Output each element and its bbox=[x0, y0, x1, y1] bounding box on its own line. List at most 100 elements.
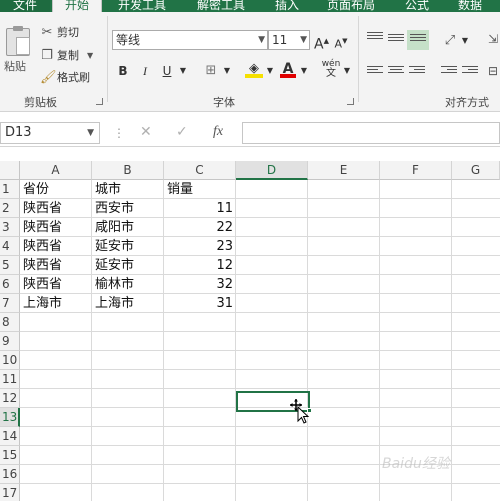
table-cell[interactable]: 11 bbox=[164, 199, 236, 218]
paste-icon[interactable] bbox=[6, 26, 30, 56]
row-header[interactable]: 16 bbox=[0, 465, 20, 484]
table-cell[interactable]: 陕西省 bbox=[20, 256, 92, 275]
row-header[interactable]: 11 bbox=[0, 370, 20, 389]
orientation-icon[interactable]: ⤢ bbox=[441, 32, 459, 50]
table-cell[interactable]: 陕西省 bbox=[20, 199, 92, 218]
paste-button-label[interactable]: 粘贴 bbox=[4, 58, 26, 74]
column-header[interactable]: E bbox=[308, 161, 380, 180]
chevron-down-icon[interactable]: ▼ bbox=[87, 51, 93, 60]
underline-button[interactable]: U bbox=[159, 62, 175, 80]
name-box[interactable]: D13 ▼ bbox=[0, 122, 100, 144]
font-size-select[interactable]: 11 ▼ bbox=[268, 30, 310, 50]
row-header[interactable]: 10 bbox=[0, 351, 20, 370]
row-header[interactable]: 14 bbox=[0, 427, 20, 446]
table-cell[interactable]: 上海市 bbox=[92, 294, 164, 313]
chevron-down-icon[interactable]: ▼ bbox=[178, 62, 188, 80]
font-name-value: 等线 bbox=[116, 33, 141, 47]
tab-file[interactable]: 文件 bbox=[0, 0, 50, 12]
table-cell[interactable]: 西安市 bbox=[92, 199, 164, 218]
row-header[interactable]: 1 bbox=[0, 180, 20, 199]
row-header[interactable]: 9 bbox=[0, 332, 20, 351]
column-header[interactable]: C bbox=[164, 161, 236, 180]
row-header[interactable]: 6 bbox=[0, 275, 20, 294]
font-color-icon[interactable]: A bbox=[280, 60, 296, 78]
column-header-selected[interactable]: D bbox=[236, 161, 308, 180]
tab-formulas[interactable]: 公式 bbox=[405, 0, 429, 12]
table-cell[interactable]: 上海市 bbox=[20, 294, 92, 313]
chevron-down-icon[interactable]: ▼ bbox=[87, 123, 94, 143]
column-header[interactable]: F bbox=[380, 161, 452, 180]
tab-developer[interactable]: 开发工具 bbox=[118, 0, 166, 12]
table-cell[interactable]: 陕西省 bbox=[20, 237, 92, 256]
chevron-down-icon[interactable]: ▼ bbox=[342, 62, 352, 80]
chevron-down-icon[interactable]: ▼ bbox=[299, 62, 309, 80]
row-header[interactable]: 2 bbox=[0, 199, 20, 218]
table-cell[interactable]: 陕西省 bbox=[20, 275, 92, 294]
row-header[interactable]: 4 bbox=[0, 237, 20, 256]
font-name-select[interactable]: 等线 ▼ bbox=[112, 30, 268, 50]
align-right-icon[interactable] bbox=[409, 66, 425, 78]
increase-indent-icon[interactable] bbox=[462, 66, 478, 78]
row-header[interactable]: 5 bbox=[0, 256, 20, 275]
merge-center-icon[interactable]: ⊟ bbox=[486, 62, 500, 80]
middle-align-icon[interactable] bbox=[388, 34, 404, 46]
table-cell[interactable]: 陕西省 bbox=[20, 218, 92, 237]
tab-home[interactable]: 开始 bbox=[52, 0, 102, 12]
bold-button[interactable]: B bbox=[115, 62, 131, 80]
row-header[interactable]: 15 bbox=[0, 446, 20, 465]
align-center-icon[interactable] bbox=[388, 66, 404, 78]
align-left-icon[interactable] bbox=[367, 66, 383, 78]
table-cell[interactable]: 榆林市 bbox=[92, 275, 164, 294]
wrap-text-icon[interactable]: ⇲ bbox=[486, 30, 500, 48]
tab-decrypt[interactable]: 解密工具 bbox=[197, 0, 245, 12]
table-cell[interactable]: 22 bbox=[164, 218, 236, 237]
row-header-selected[interactable]: 13 bbox=[0, 408, 20, 427]
chevron-down-icon[interactable]: ▼ bbox=[222, 62, 232, 80]
decrease-indent-icon[interactable] bbox=[441, 66, 457, 78]
column-header[interactable]: B bbox=[92, 161, 164, 180]
shrink-font-button[interactable]: A▼ bbox=[334, 32, 348, 51]
cell-a1[interactable]: 省份 bbox=[20, 180, 92, 199]
select-all-corner[interactable] bbox=[0, 161, 20, 180]
table-cell[interactable]: 23 bbox=[164, 237, 236, 256]
chevron-down-icon[interactable]: ▼ bbox=[265, 62, 275, 80]
cell-b1[interactable]: 城市 bbox=[92, 180, 164, 199]
tab-insert[interactable]: 插入 bbox=[275, 0, 299, 12]
table-cell[interactable]: 咸阳市 bbox=[92, 218, 164, 237]
row-header[interactable]: 7 bbox=[0, 294, 20, 313]
table-cell[interactable]: 延安市 bbox=[92, 237, 164, 256]
column-header[interactable]: A bbox=[20, 161, 92, 180]
chevron-down-icon[interactable]: ▼ bbox=[460, 32, 470, 50]
tab-data[interactable]: 数据 bbox=[458, 0, 482, 12]
bottom-align-icon[interactable] bbox=[407, 30, 429, 50]
cell-c1[interactable]: 销量 bbox=[164, 180, 236, 199]
table-cell[interactable]: 延安市 bbox=[92, 256, 164, 275]
column-header[interactable]: G bbox=[452, 161, 500, 180]
cut-button[interactable]: ✂ 剪切 bbox=[40, 23, 79, 41]
group-separator bbox=[358, 16, 359, 102]
font-dialog-launcher-icon[interactable] bbox=[347, 98, 354, 105]
table-cell[interactable]: 31 bbox=[164, 294, 236, 313]
border-icon[interactable]: ⊞ bbox=[203, 62, 219, 80]
table-cell[interactable]: 32 bbox=[164, 275, 236, 294]
top-align-icon[interactable] bbox=[367, 32, 383, 44]
insert-function-icon[interactable]: fx bbox=[213, 124, 223, 140]
clipboard-dialog-launcher-icon[interactable] bbox=[96, 98, 103, 105]
fill-color-icon[interactable]: ◈ bbox=[245, 60, 263, 78]
row-header[interactable]: 17 bbox=[0, 484, 20, 501]
italic-button[interactable]: I bbox=[137, 62, 153, 80]
copy-button[interactable]: ❐ 复制 ▼ bbox=[40, 46, 93, 64]
paintbrush-icon: 🖌 bbox=[40, 69, 57, 85]
enter-icon[interactable]: ✓ bbox=[176, 124, 188, 140]
row-header[interactable]: 12 bbox=[0, 389, 20, 408]
table-cell[interactable]: 12 bbox=[164, 256, 236, 275]
grow-font-button[interactable]: A▲ bbox=[314, 32, 329, 53]
formula-input[interactable] bbox=[242, 122, 500, 144]
cancel-icon[interactable]: ✕ bbox=[140, 124, 152, 140]
name-box-value: D13 bbox=[5, 125, 32, 140]
row-header[interactable]: 8 bbox=[0, 313, 20, 332]
format-painter-button[interactable]: 🖌 格式刷 bbox=[40, 68, 90, 86]
row-header[interactable]: 3 bbox=[0, 218, 20, 237]
tab-page-layout[interactable]: 页面布局 bbox=[327, 0, 375, 12]
phonetic-guide-button[interactable]: wén 文 bbox=[320, 59, 342, 79]
